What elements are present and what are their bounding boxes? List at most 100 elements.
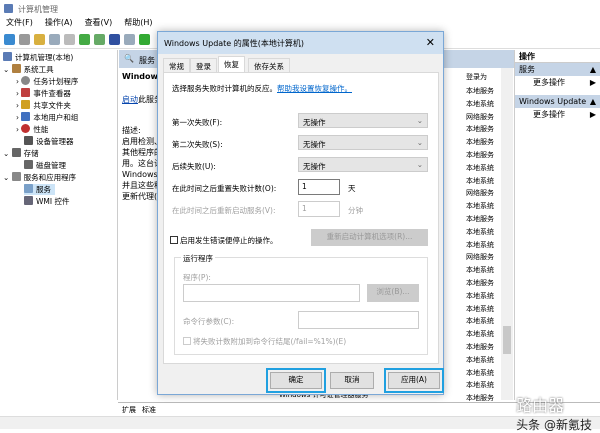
column-header-login-as[interactable]: 登录为	[466, 72, 487, 82]
cancel-button[interactable]: 取消	[330, 372, 374, 389]
menu-view[interactable]: 查看(V)	[85, 18, 113, 27]
up-icon[interactable]	[34, 34, 45, 45]
service-row-login[interactable]: 本地服务	[466, 342, 494, 352]
service-row-login[interactable]: 本地系统	[466, 304, 494, 314]
second-failure-label: 第二次失败(S):	[172, 139, 223, 150]
append-fail-count-checkbox[interactable]: 将失败计数附加到命令行结尾(/fail=%1%)(E)	[183, 336, 346, 347]
close-icon[interactable]: ✕	[426, 36, 435, 49]
tree-item-disk-management[interactable]: 磁盘管理	[24, 160, 66, 171]
tab-logon[interactable]: 登录	[190, 58, 217, 72]
tree-item-performance[interactable]: › 性能	[16, 124, 48, 135]
ok-button[interactable]: 确定	[270, 372, 322, 389]
service-row-login[interactable]: 本地服务	[466, 124, 494, 134]
subsequent-failure-select[interactable]: 无操作⌄	[298, 157, 428, 172]
second-failure-select[interactable]: 无操作⌄	[298, 135, 428, 150]
restart-computer-options-button[interactable]: 重新启动计算机选项(R)...	[311, 229, 428, 246]
app-title: 计算机管理	[18, 4, 58, 15]
tree-item-system-tools[interactable]: ⌄ 系统工具	[3, 64, 54, 75]
computer-management-icon	[4, 4, 13, 13]
restart-service-label: 在此时间之后重新启动服务(V):	[172, 205, 276, 216]
show-hide-tree-icon[interactable]	[49, 34, 60, 45]
command-args-input[interactable]	[298, 311, 419, 329]
reset-count-label: 在此时间之后重置失败计数(O):	[172, 183, 276, 194]
service-row-login[interactable]: 本地系统	[466, 355, 494, 365]
more-actions-windows-update[interactable]: 更多操作▶	[515, 108, 600, 121]
tab-extended[interactable]: 扩展	[122, 405, 136, 415]
service-row-login[interactable]: 本地系统	[466, 176, 494, 186]
refresh-icon[interactable]	[79, 34, 90, 45]
service-row-login[interactable]: 本地系统	[466, 227, 494, 237]
export-icon[interactable]	[94, 34, 105, 45]
help-link[interactable]: 帮助我设置恢复操作。	[277, 84, 352, 93]
more-actions-services[interactable]: 更多操作▶	[515, 76, 600, 89]
recovery-panel: 选择服务失败时计算机的反应。帮助我设置恢复操作。 第一次失败(F): 无操作⌄ …	[163, 72, 439, 364]
service-row-login[interactable]: 本地系统	[466, 201, 494, 211]
actions-section-services[interactable]: 服务▲	[515, 63, 600, 76]
tab-standard[interactable]: 标准	[142, 405, 156, 415]
tab-dependencies[interactable]: 依存关系	[248, 58, 290, 72]
chevron-down-icon: ⌄	[417, 160, 423, 169]
tree-item-wmi-control[interactable]: WMI 控件	[24, 196, 69, 207]
back-icon[interactable]	[4, 34, 15, 45]
actions-section-windows-update[interactable]: Windows Update▲	[515, 95, 600, 108]
service-row-login[interactable]: 本地系统	[466, 380, 494, 390]
first-failure-select[interactable]: 无操作⌄	[298, 113, 428, 128]
service-row-login[interactable]: 网络服务	[466, 252, 494, 262]
collapse-icon[interactable]: ▲	[590, 95, 596, 108]
service-row-login[interactable]: 本地系统	[466, 368, 494, 378]
help-icon[interactable]	[109, 34, 120, 45]
tree-item-device-manager[interactable]: 设备管理器	[24, 136, 74, 147]
navigation-tree: 计算机管理(本地) ⌄ 系统工具 › 任务计划程序 › 事件查看器 › 共享文件…	[0, 50, 118, 400]
service-row-login[interactable]: 本地系统	[466, 240, 494, 250]
actions-pane: 操作 服务▲ 更多操作▶ Windows Update▲ 更多操作▶	[514, 50, 600, 400]
program-label: 程序(P):	[183, 272, 211, 283]
service-row-login[interactable]: 本地系统	[466, 291, 494, 301]
restart-service-input[interactable]: 1	[298, 201, 340, 217]
service-row-login[interactable]: 本地服务	[466, 278, 494, 288]
service-row-login[interactable]: 本地系统	[466, 316, 494, 326]
view-icon[interactable]	[124, 34, 135, 45]
menu-action[interactable]: 操作(A)	[45, 18, 73, 27]
menubar: 文件(F) 操作(A) 查看(V) 帮助(H)	[0, 17, 600, 31]
service-row-login[interactable]: 本地系统	[466, 329, 494, 339]
tab-recovery[interactable]: 恢复	[218, 56, 245, 73]
service-row-login[interactable]: 本地服务	[466, 214, 494, 224]
tree-item-services[interactable]: 服务	[24, 184, 55, 195]
checkbox-icon[interactable]	[170, 236, 178, 244]
reset-count-input[interactable]: 1	[298, 179, 340, 195]
service-row-login[interactable]: 本地服务	[466, 150, 494, 160]
services-icon	[24, 184, 33, 193]
tree-item-services-apps[interactable]: ⌄ 服务和应用程序	[3, 172, 76, 183]
enable-actions-checkbox[interactable]: 启用发生错误便停止的操作。	[170, 235, 278, 246]
service-row-login[interactable]: 本地服务	[466, 137, 494, 147]
checkbox-icon[interactable]	[183, 337, 191, 345]
tree-item-task-scheduler[interactable]: › 任务计划程序	[16, 76, 78, 87]
menu-file[interactable]: 文件(F)	[6, 18, 33, 27]
chevron-down-icon: ⌄	[417, 138, 423, 147]
service-row-login[interactable]: 本地系统	[466, 265, 494, 275]
browse-button[interactable]: 浏览(B)...	[367, 284, 419, 302]
start-service-link[interactable]: 启动	[122, 95, 138, 104]
tab-general[interactable]: 常规	[163, 58, 190, 72]
tree-item-event-viewer[interactable]: › 事件查看器	[16, 88, 71, 99]
device-manager-icon	[24, 136, 33, 145]
apply-button[interactable]: 应用(A)	[388, 372, 440, 389]
service-row-login[interactable]: 本地服务	[466, 86, 494, 96]
tree-item-shared-folders[interactable]: › 共享文件夹	[16, 100, 71, 111]
vertical-scrollbar[interactable]	[501, 68, 513, 400]
service-row-login[interactable]: 网络服务	[466, 112, 494, 122]
tree-item-storage[interactable]: ⌄ 存储	[3, 148, 39, 159]
command-args-label: 命令行参数(C):	[183, 316, 234, 327]
menu-help[interactable]: 帮助(H)	[124, 18, 152, 27]
service-row-login[interactable]: 本地系统	[466, 163, 494, 173]
service-row-login[interactable]: 本地系统	[466, 99, 494, 109]
forward-icon[interactable]	[19, 34, 30, 45]
service-row-login[interactable]: 网络服务	[466, 188, 494, 198]
properties-icon[interactable]	[64, 34, 75, 45]
collapse-icon[interactable]: ▲	[590, 63, 596, 76]
tree-item-computer-management[interactable]: 计算机管理(本地)	[3, 52, 73, 63]
program-input[interactable]	[183, 284, 360, 302]
tree-item-local-users[interactable]: › 本地用户和组	[16, 112, 78, 123]
start-service-icon[interactable]	[139, 34, 150, 45]
scrollbar-thumb[interactable]	[503, 326, 511, 354]
